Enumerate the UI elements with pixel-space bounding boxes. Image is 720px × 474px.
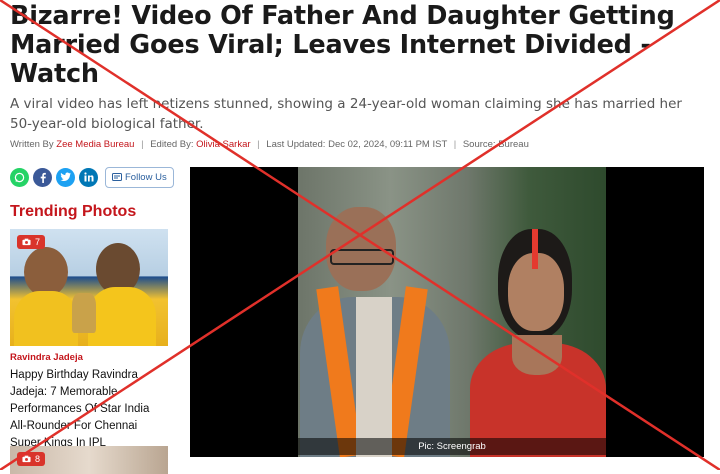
article-headline: Bizarre! Video Of Father And Daughter Ge… [10,1,675,89]
video-caption: Pic: Screengrab [298,438,606,455]
photo-count: 7 [35,237,41,247]
twitter-icon[interactable] [56,167,75,187]
source-value: Bureau [498,139,529,150]
follow-us-button[interactable]: Follow Us [105,166,174,188]
trending-card[interactable]: 7 Ravindra Jadeja Happy Birthday Ravindr… [10,229,168,452]
divider: | [453,139,457,150]
editor-link[interactable]: Olivia Sarkar [196,139,250,150]
facebook-icon[interactable] [33,167,52,187]
divider: | [257,139,260,150]
trending-thumbnail[interactable]: 7 [10,229,168,346]
camera-icon [22,238,31,246]
updated-label: Last Updated: [266,139,326,150]
trending-category[interactable]: Ravindra Jadeja [10,352,168,363]
social-share-bar: Follow Us [10,166,174,188]
written-by-label: Written By [10,139,54,150]
whatsapp-icon[interactable] [10,167,29,187]
article-video[interactable]: Pic: Screengrab [190,167,704,457]
news-icon [112,173,122,181]
author-link[interactable]: Zee Media Bureau [56,139,134,150]
photo-count-badge: 7 [17,235,46,249]
trending-photos-heading: Trending Photos [10,203,137,220]
source-label: Source: [462,139,496,150]
byline: Written By Zee Media Bureau | Edited By:… [10,139,710,150]
linkedin-icon[interactable] [79,167,98,187]
article-subheadline: A viral video has left netizens stunned,… [10,96,682,132]
camera-icon [22,455,31,463]
photo-count: 8 [35,454,41,464]
edited-by-label: Edited By: [150,139,194,150]
trending-title[interactable]: Happy Birthday Ravindra Jadeja: 7 Memora… [10,367,168,452]
video-frame [298,167,606,457]
divider: | [141,139,144,150]
updated-timestamp: Dec 02, 2024, 09:11 PM IST [328,139,448,150]
photo-count-badge: 8 [17,452,46,466]
follow-us-label: Follow Us [125,171,167,183]
